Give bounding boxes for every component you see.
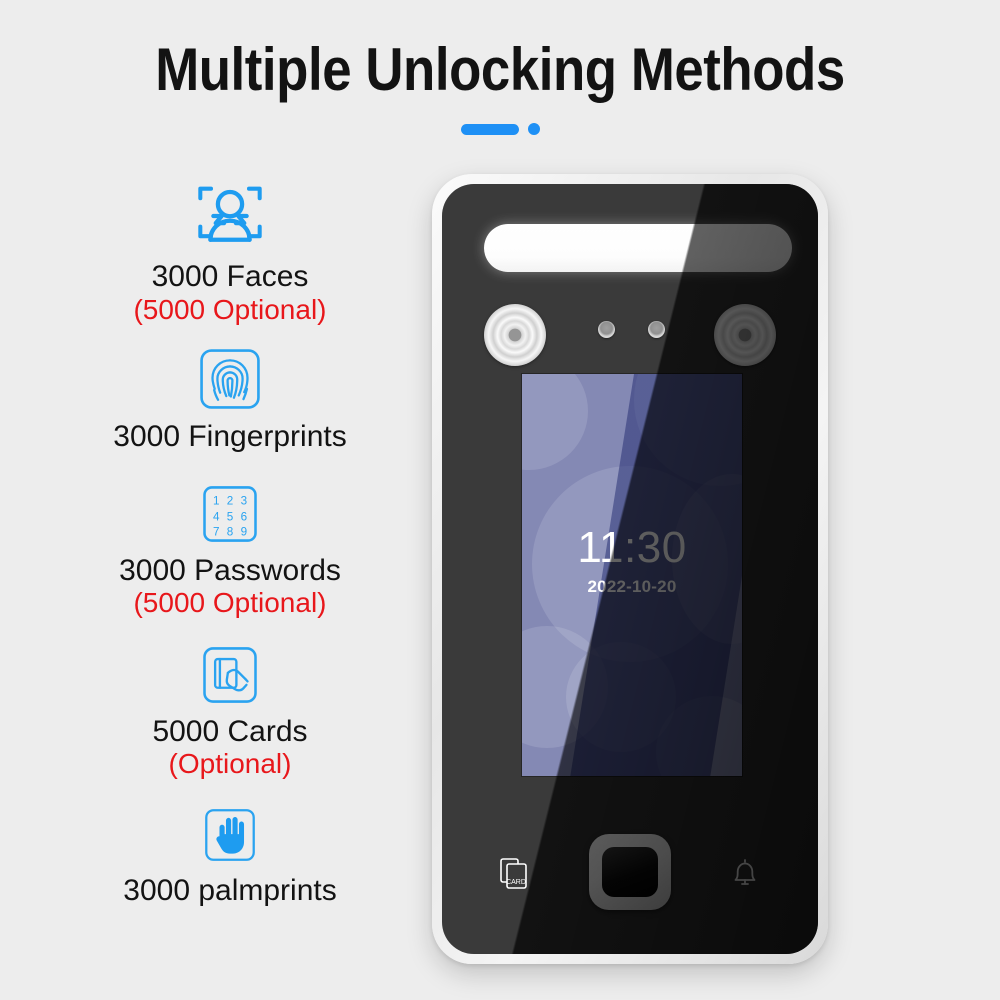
keypad-icon: 123 456 789 (196, 480, 264, 548)
svg-text:4: 4 (213, 510, 220, 523)
feature-optional-faces: (5000 Optional) (133, 293, 327, 325)
clock-time: 11:30 (577, 523, 687, 572)
fingerprint-icon (195, 344, 265, 414)
card-reader-label: CARD (506, 879, 526, 886)
feature-label-cards: 5000 Cards (152, 714, 308, 748)
svg-text:6: 6 (241, 510, 248, 523)
svg-text:7: 7 (213, 525, 220, 538)
clock-date: 2022-10-20 (587, 577, 677, 596)
device-screen[interactable]: 11:30 2022-10-20 (522, 374, 742, 776)
device-body: 11:30 2022-10-20 CARD (442, 184, 818, 954)
palm-icon (197, 802, 263, 868)
svg-text:9: 9 (241, 525, 248, 538)
proximity-sensor-1-icon (598, 321, 615, 338)
feature-label-palmprints: 3000 palmprints (123, 874, 337, 908)
accent-bar-icon (460, 123, 519, 135)
product-promo-image: Multiple Unlocking Methods 3000 Faces (5… (0, 0, 1000, 1000)
white-led-fill-light (484, 224, 792, 272)
svg-text:1: 1 (213, 494, 220, 507)
home-fingerprint-button[interactable] (589, 834, 671, 910)
feature-item-passwords: 123 456 789 3000 Passwords (5000 Optiona… (60, 480, 400, 619)
home-button-inner (602, 847, 658, 897)
feature-item-cards: 5000 Cards (Optional) (60, 641, 400, 780)
proximity-sensor-2-icon (648, 321, 665, 338)
feature-optional-cards: (Optional) (168, 748, 292, 780)
svg-text:2: 2 (227, 494, 234, 507)
feature-item-palmprints: 3000 palmprints (60, 802, 400, 908)
svg-text:5: 5 (227, 510, 234, 523)
doorbell-icon[interactable] (728, 855, 762, 896)
feature-item-faces: 3000 Faces (5000 Optional) (60, 178, 400, 325)
ir-illuminator-right-icon (714, 304, 776, 366)
svg-text:3: 3 (241, 494, 248, 507)
card-reader-icon[interactable]: CARD (498, 855, 532, 896)
feature-optional-passwords: (5000 Optional) (133, 587, 327, 619)
feature-list: 3000 Faces (5000 Optional) 3000 Fingerpr… (60, 178, 400, 908)
card-swipe-icon (196, 641, 264, 709)
face-recognition-icon (192, 178, 268, 254)
accent-divider (0, 123, 1000, 135)
svg-text:8: 8 (227, 525, 234, 538)
wallpaper-circle (522, 374, 588, 470)
feature-label-fingerprints: 3000 Fingerprints (113, 419, 347, 453)
feature-item-fingerprints: 3000 Fingerprints (60, 344, 400, 454)
feature-label-passwords: 3000 Passwords (119, 553, 341, 587)
page-title: Multiple Unlocking Methods (155, 36, 845, 103)
ir-illuminator-left-icon (484, 304, 546, 366)
device-controls: CARD (442, 824, 818, 914)
accent-dot-icon (527, 123, 540, 135)
lockscreen-clock: 11:30 2022-10-20 (522, 526, 742, 597)
header: Multiple Unlocking Methods (0, 38, 1000, 135)
feature-label-faces: 3000 Faces (151, 260, 309, 293)
face-recognition-terminal: 11:30 2022-10-20 CARD (432, 174, 828, 964)
